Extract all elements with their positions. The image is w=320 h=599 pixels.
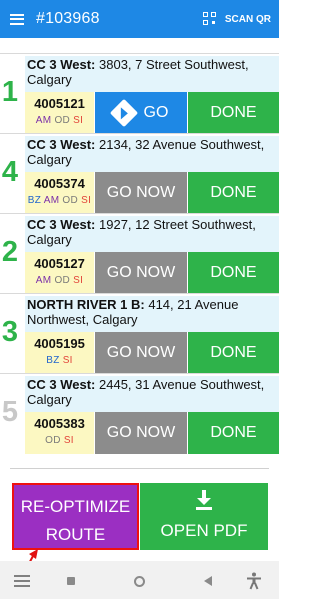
- menu-button[interactable]: [0, 0, 34, 38]
- order-tags: BZ AM OD SI: [25, 195, 94, 206]
- tag: SI: [73, 115, 84, 126]
- tag: OD: [54, 115, 71, 126]
- stop-sequence-number: 2: [1, 236, 19, 268]
- tag: SI: [62, 355, 73, 366]
- tag: SI: [63, 435, 74, 446]
- stop-company: CC 3 West:: [27, 137, 96, 152]
- stop-sequence-number: 1: [1, 76, 19, 108]
- tag: BZ: [27, 195, 42, 206]
- menu-icon: [10, 13, 24, 25]
- order-tags: AM OD SI: [25, 115, 94, 126]
- tag: OD: [45, 435, 61, 446]
- tag: AM: [35, 115, 52, 126]
- tag: BZ: [46, 355, 60, 366]
- order-tags: AM OD SI: [25, 275, 94, 286]
- reoptimize-route-button[interactable]: RE-OPTIMIZE ROUTE: [12, 483, 139, 550]
- stop-sequence-number: 3: [1, 316, 19, 348]
- go-now-button[interactable]: GO NOW: [95, 412, 187, 454]
- tag: SI: [73, 275, 84, 286]
- done-button[interactable]: DONE: [188, 172, 279, 214]
- order-id: 4005383: [34, 416, 85, 431]
- stop-row: 1 CC 3 West: 3803, 7 Street Southwest, C…: [0, 53, 279, 134]
- done-button[interactable]: DONE: [188, 252, 279, 294]
- scan-qr-label: SCAN QR: [224, 13, 271, 25]
- reoptimize-label-line2: ROUTE: [45, 525, 106, 544]
- stop-address[interactable]: CC 3 West: 3803, 7 Street Southwest, Cal…: [25, 56, 279, 92]
- route-title: #103968: [36, 10, 100, 27]
- order-id-box[interactable]: 4005121 AM OD SI: [25, 92, 94, 134]
- stop-address[interactable]: CC 3 West: 1927, 12 Street Southwest, Ca…: [25, 216, 279, 252]
- nav-home-icon[interactable]: [61, 571, 81, 591]
- go-now-button[interactable]: GO NOW: [95, 332, 187, 374]
- stop-company: CC 3 West:: [27, 377, 96, 392]
- done-button[interactable]: DONE: [188, 412, 279, 454]
- tag: SI: [81, 195, 92, 206]
- stop-company: CC 3 West:: [27, 57, 96, 72]
- stop-row: 3 NORTH RIVER 1 B: 414, 21 Avenue Northw…: [0, 293, 279, 374]
- nav-home-circle-icon[interactable]: [129, 571, 149, 591]
- stop-sequence-number: 4: [1, 156, 19, 188]
- stop-company: NORTH RIVER 1 B:: [27, 297, 145, 312]
- stop-address[interactable]: CC 3 West: 2445, 31 Avenue Southwest, Ca…: [25, 376, 279, 412]
- go-now-button[interactable]: GO NOW: [95, 252, 187, 294]
- go-now-button[interactable]: GO NOW: [95, 172, 187, 214]
- stop-list: 1 CC 3 West: 3803, 7 Street Southwest, C…: [0, 53, 279, 454]
- scan-qr-button[interactable]: SCAN QR: [202, 0, 271, 38]
- tag: OD: [54, 275, 71, 286]
- reoptimize-label-line1: RE-OPTIMIZE: [20, 497, 131, 516]
- order-id-box[interactable]: 4005374 BZ AM OD SI: [25, 172, 94, 214]
- system-nav-bar: [0, 561, 279, 599]
- nav-recents-icon[interactable]: [8, 569, 36, 589]
- order-tags: BZ SI: [25, 355, 94, 366]
- accessibility-icon[interactable]: [244, 571, 264, 591]
- stop-row: 5 CC 3 West: 2445, 31 Avenue Southwest, …: [0, 373, 279, 454]
- directions-icon: [109, 98, 138, 128]
- divider: [10, 468, 269, 469]
- order-id: 4005127: [34, 256, 85, 271]
- done-button[interactable]: DONE: [188, 332, 279, 374]
- go-label: GO: [143, 104, 169, 121]
- order-id: 4005195: [34, 336, 85, 351]
- stop-row: 4 CC 3 West: 2134, 32 Avenue Southwest, …: [0, 133, 279, 214]
- stop-row: 2 CC 3 West: 1927, 12 Street Southwest, …: [0, 213, 279, 294]
- order-id-box[interactable]: 4005383 OD SI: [25, 412, 94, 454]
- qr-code-icon: [202, 12, 217, 26]
- open-pdf-label: OPEN PDF: [160, 521, 248, 540]
- done-button[interactable]: DONE: [188, 92, 279, 134]
- app-bar: #103968 SCAN QR: [0, 0, 279, 38]
- go-button[interactable]: GO: [95, 92, 187, 134]
- stop-sequence-number: 5: [1, 396, 19, 428]
- download-icon: [196, 490, 212, 510]
- order-id: 4005374: [34, 176, 85, 191]
- open-pdf-button[interactable]: OPEN PDF: [140, 483, 268, 550]
- order-id-box[interactable]: 4005127 AM OD SI: [25, 252, 94, 294]
- stop-address[interactable]: NORTH RIVER 1 B: 414, 21 Avenue Northwes…: [25, 296, 279, 332]
- stop-address[interactable]: CC 3 West: 2134, 32 Avenue Southwest, Ca…: [25, 136, 279, 172]
- tag: AM: [43, 195, 60, 206]
- order-id-box[interactable]: 4005195 BZ SI: [25, 332, 94, 374]
- order-tags: OD SI: [25, 435, 94, 446]
- tag: OD: [62, 195, 79, 206]
- stop-company: CC 3 West:: [27, 217, 96, 232]
- order-id: 4005121: [34, 96, 85, 111]
- tag: AM: [35, 275, 52, 286]
- nav-back-icon[interactable]: [198, 571, 218, 591]
